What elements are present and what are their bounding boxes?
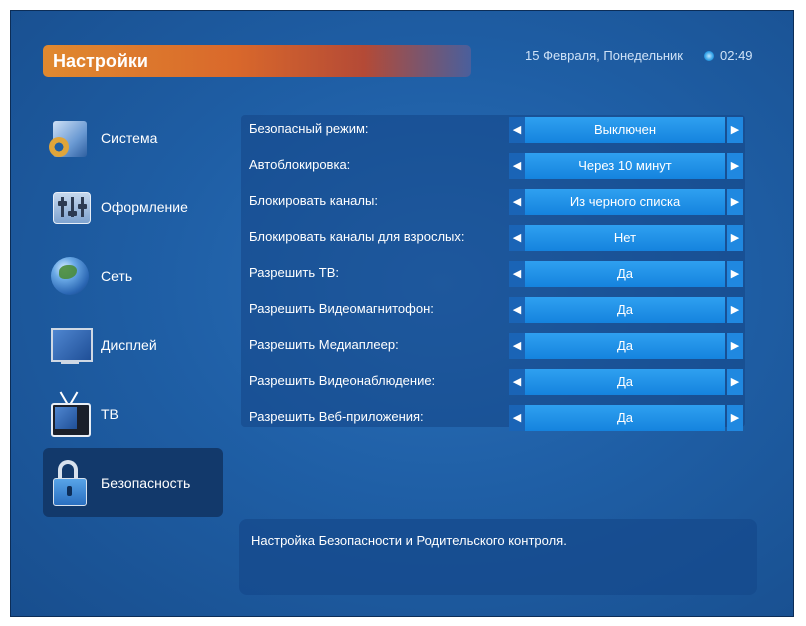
arrow-left-icon[interactable]: ◀ xyxy=(509,369,525,395)
setting-label: Блокировать каналы: xyxy=(249,193,378,208)
setting-label: Автоблокировка: xyxy=(249,157,351,172)
sidebar-item-display[interactable]: Дисплей xyxy=(43,310,223,379)
setting-row-allow-webapps: Разрешить Веб-приложения: ◀ Да ▶ xyxy=(241,405,745,431)
system-gear-icon xyxy=(49,115,91,161)
arrow-left-icon[interactable]: ◀ xyxy=(509,117,525,143)
setting-label: Разрешить Видеонаблюдение: xyxy=(249,373,436,388)
sidebar-item-label: Безопасность xyxy=(101,474,191,491)
setting-value: Из черного списка xyxy=(525,189,725,215)
sidebar-item-label: Система xyxy=(101,129,158,146)
setting-label: Разрешить Веб-приложения: xyxy=(249,409,424,424)
setting-selector[interactable]: ◀ Да ▶ xyxy=(509,261,745,287)
date-display: 15 Февраля, Понедельник xyxy=(525,48,683,63)
lock-icon xyxy=(49,459,91,506)
arrow-right-icon[interactable]: ▶ xyxy=(727,333,743,359)
setting-row-allow-vcr: Разрешить Видеомагнитофон: ◀ Да ▶ xyxy=(241,297,745,323)
setting-value: Да xyxy=(525,333,725,359)
setting-selector[interactable]: ◀ Да ▶ xyxy=(509,405,745,431)
network-globe-icon xyxy=(49,253,91,299)
sidebar-item-system[interactable]: Система xyxy=(43,103,223,172)
arrow-left-icon[interactable]: ◀ xyxy=(509,153,525,179)
setting-label: Разрешить Видеомагнитофон: xyxy=(249,301,434,316)
description-text: Настройка Безопасности и Родительского к… xyxy=(251,533,567,548)
display-monitor-icon xyxy=(49,322,93,368)
time-display: 02:49 xyxy=(720,48,753,63)
sidebar-item-label: ТВ xyxy=(101,405,119,422)
setting-value: Да xyxy=(525,297,725,323)
settings-panel: Безопасный режим: ◀ Выключен ▶ Автоблоки… xyxy=(241,115,745,431)
setting-row-allow-tv: Разрешить ТВ: ◀ Да ▶ xyxy=(241,261,745,287)
arrow-left-icon[interactable]: ◀ xyxy=(509,261,525,287)
setting-row-block-adult: Блокировать каналы для взрослых: ◀ Нет ▶ xyxy=(241,225,745,251)
arrow-right-icon[interactable]: ▶ xyxy=(727,117,743,143)
arrow-left-icon[interactable]: ◀ xyxy=(509,405,525,431)
page-title: Настройки xyxy=(43,45,471,77)
settings-screen: Настройки 15 Февраля, Понедельник 02:49 … xyxy=(10,10,794,617)
arrow-right-icon[interactable]: ▶ xyxy=(727,225,743,251)
setting-label: Разрешить Медиаплеер: xyxy=(249,337,399,352)
clock-icon xyxy=(704,51,714,61)
setting-value: Да xyxy=(525,369,725,395)
setting-row-allow-mediaplayer: Разрешить Медиаплеер: ◀ Да ▶ xyxy=(241,333,745,359)
arrow-right-icon[interactable]: ▶ xyxy=(727,153,743,179)
settings-sidebar: Система Оформление Сеть Дисплей ТВ Безоп… xyxy=(43,103,223,517)
setting-selector[interactable]: ◀ Нет ▶ xyxy=(509,225,745,251)
sidebar-item-tv[interactable]: ТВ xyxy=(43,379,223,448)
arrow-right-icon[interactable]: ▶ xyxy=(727,405,743,431)
setting-value: Выключен xyxy=(525,117,725,143)
setting-selector[interactable]: ◀ Из черного списка ▶ xyxy=(509,189,745,215)
setting-row-block-channels: Блокировать каналы: ◀ Из черного списка … xyxy=(241,189,745,215)
arrow-right-icon[interactable]: ▶ xyxy=(727,297,743,323)
setting-value: Нет xyxy=(525,225,725,251)
setting-value: Через 10 минут xyxy=(525,153,725,179)
sidebar-item-label: Дисплей xyxy=(101,336,157,353)
arrow-left-icon[interactable]: ◀ xyxy=(509,225,525,251)
setting-selector[interactable]: ◀ Выключен ▶ xyxy=(509,117,745,143)
setting-selector[interactable]: ◀ Да ▶ xyxy=(509,369,745,395)
setting-value: Да xyxy=(525,405,725,431)
sidebar-item-label: Оформление xyxy=(101,198,188,215)
setting-selector[interactable]: ◀ Да ▶ xyxy=(509,333,745,359)
description-panel: Настройка Безопасности и Родительского к… xyxy=(239,519,757,595)
setting-row-safe-mode: Безопасный режим: ◀ Выключен ▶ xyxy=(241,117,745,143)
arrow-right-icon[interactable]: ▶ xyxy=(727,369,743,395)
setting-label: Безопасный режим: xyxy=(249,121,369,136)
sidebar-item-security[interactable]: Безопасность xyxy=(43,448,223,517)
arrow-right-icon[interactable]: ▶ xyxy=(727,261,743,287)
design-sliders-icon xyxy=(49,184,91,230)
arrow-right-icon[interactable]: ▶ xyxy=(727,189,743,215)
sidebar-item-label: Сеть xyxy=(101,267,133,284)
setting-selector[interactable]: ◀ Через 10 минут ▶ xyxy=(509,153,745,179)
arrow-left-icon[interactable]: ◀ xyxy=(509,189,525,215)
setting-value: Да xyxy=(525,261,725,287)
arrow-left-icon[interactable]: ◀ xyxy=(509,297,525,323)
tv-icon xyxy=(49,390,91,437)
setting-label: Разрешить ТВ: xyxy=(249,265,339,280)
sidebar-item-network[interactable]: Сеть xyxy=(43,241,223,310)
setting-selector[interactable]: ◀ Да ▶ xyxy=(509,297,745,323)
sidebar-item-design[interactable]: Оформление xyxy=(43,172,223,241)
setting-row-allow-surveillance: Разрешить Видеонаблюдение: ◀ Да ▶ xyxy=(241,369,745,395)
setting-row-autolock: Автоблокировка: ◀ Через 10 минут ▶ xyxy=(241,153,745,179)
arrow-left-icon[interactable]: ◀ xyxy=(509,333,525,359)
setting-label: Блокировать каналы для взрослых: xyxy=(249,229,465,244)
